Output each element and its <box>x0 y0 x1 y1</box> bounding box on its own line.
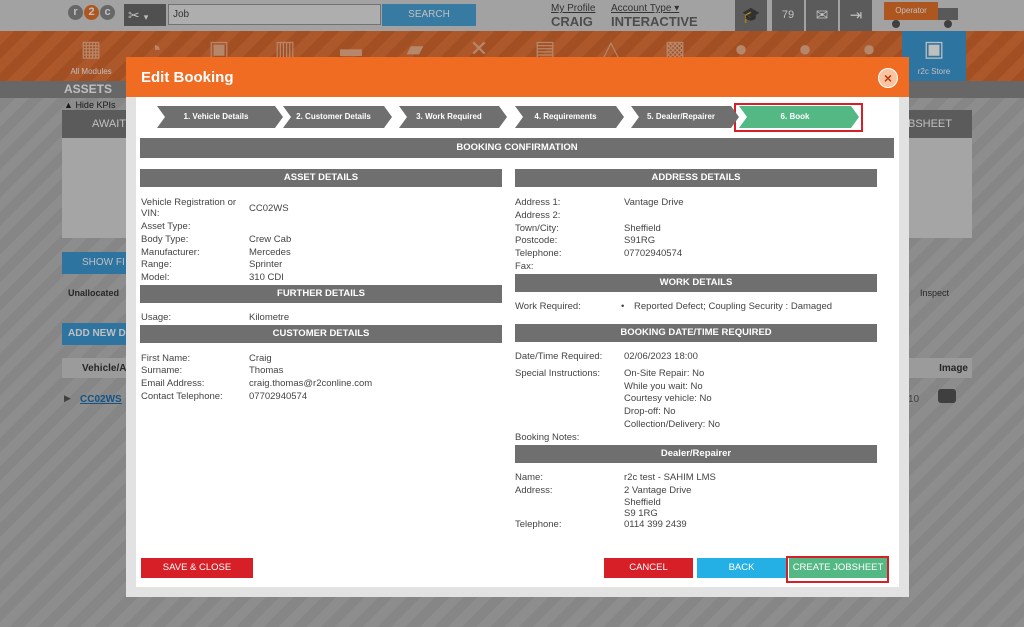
field-label: Address 1: <box>515 197 561 208</box>
special-instruction: Collection/Delivery: No <box>624 419 721 430</box>
field-label: Date/Time Required: <box>515 351 603 362</box>
close-icon[interactable]: × <box>878 68 898 88</box>
customer-details-header: CUSTOMER DETAILS <box>140 325 502 343</box>
further-details-header: FURTHER DETAILS <box>140 285 502 303</box>
dealer-address-line: 2 Vantage Drive <box>624 485 692 496</box>
field-value: craig.thomas@r2conline.com <box>249 378 373 389</box>
step-dealer-repairer[interactable]: 5. Dealer/Repairer <box>631 106 739 128</box>
field-label: Vehicle Registration or VIN: <box>141 197 237 219</box>
step-customer-details[interactable]: 2. Customer Details <box>283 106 392 128</box>
dealer-telephone: 0114 399 2439 <box>624 519 687 530</box>
field-label: Asset Type: <box>141 221 191 232</box>
address-details-list: Address 1: Vantage Drive Address 2: Town/… <box>515 197 875 275</box>
field-label: Name: <box>515 472 543 483</box>
field-value: 07702940574 <box>249 391 308 402</box>
field-value: S91RG <box>624 235 656 246</box>
bullet-icon: • <box>621 301 625 312</box>
field-label: Booking Notes: <box>515 432 580 443</box>
booking-confirmation-header: BOOKING CONFIRMATION <box>140 138 894 158</box>
back-button[interactable]: BACK <box>697 558 786 578</box>
modal-title: Edit Booking <box>141 69 234 86</box>
field-value: Sheffield <box>624 223 661 234</box>
booking-datetime-list: Date/Time Required: 02/06/2023 18:00 Spec… <box>515 351 875 443</box>
field-label: Address: <box>515 485 553 496</box>
work-details-header: WORK DETAILS <box>515 274 877 292</box>
address-details-header: ADDRESS DETAILS <box>515 169 877 187</box>
asset-details-list: Vehicle Registration or VIN: CC02WS Asset… <box>141 197 501 287</box>
field-label: Telephone: <box>515 519 562 530</box>
dealer-repairer-list: Name: r2c test - SAHIM LMS Address: 2 Van… <box>515 472 875 532</box>
field-label: Special Instructions: <box>515 368 601 379</box>
special-instruction: Courtesy vehicle: No <box>624 393 712 404</box>
work-item: Reported Defect; Coupling Security : Dam… <box>634 301 833 312</box>
field-value: Kilometre <box>249 312 290 323</box>
dealer-name: r2c test - SAHIM LMS <box>624 472 716 483</box>
cancel-button[interactable]: CANCEL <box>604 558 693 578</box>
field-label: Contact Telephone: <box>141 391 223 402</box>
asset-details-header: ASSET DETAILS <box>140 169 502 187</box>
field-label: Telephone: <box>515 248 562 259</box>
special-instruction: While you wait: No <box>624 381 703 392</box>
field-label: Body Type: <box>141 234 189 245</box>
field-label: Address 2: <box>515 210 561 221</box>
field-value: 310 CDI <box>249 272 284 283</box>
field-value: CC02WS <box>249 203 289 214</box>
step-vehicle-details[interactable]: 1. Vehicle Details <box>157 106 283 128</box>
field-label: Work Required: <box>515 301 581 312</box>
booking-datetime-header: BOOKING DATE/TIME REQUIRED <box>515 324 877 342</box>
field-label: Email Address: <box>141 378 205 389</box>
field-label: Model: <box>141 272 170 283</box>
special-instruction: Drop-off: No <box>624 406 676 417</box>
field-label: Manufacturer: <box>141 247 200 258</box>
field-label: Town/City: <box>515 223 559 234</box>
field-value: Craig <box>249 353 272 364</box>
save-close-button[interactable]: SAVE & CLOSE <box>141 558 253 578</box>
field-label: First Name: <box>141 353 191 364</box>
field-label: Fax: <box>515 261 534 272</box>
field-value: 07702940574 <box>624 248 683 259</box>
step-requirements[interactable]: 4. Requirements <box>515 106 624 128</box>
field-value: Thomas <box>249 365 284 376</box>
modal-header: Edit Booking × <box>126 57 909 97</box>
field-value: Mercedes <box>249 247 291 258</box>
field-label: Postcode: <box>515 235 558 246</box>
field-value: Vantage Drive <box>624 197 684 208</box>
active-step-highlight <box>734 103 863 132</box>
field-label: Usage: <box>141 312 172 323</box>
field-label: Range: <box>141 259 172 270</box>
work-details-list: Work Required: • Reported Defect; Coupli… <box>515 301 875 314</box>
customer-details-list: First Name: Craig Surname: Thomas Email Ad… <box>141 353 501 405</box>
field-value: Sprinter <box>249 259 283 270</box>
field-label: Surname: <box>141 365 183 376</box>
dealer-repairer-header: Dealer/Repairer <box>515 445 877 463</box>
create-jobsheet-highlight <box>786 556 889 583</box>
step-work-required[interactable]: 3. Work Required <box>399 106 507 128</box>
further-details-list: Usage: Kilometre <box>141 312 501 325</box>
field-value: Crew Cab <box>249 234 292 245</box>
date-time-value: 02/06/2023 18:00 <box>624 351 698 362</box>
special-instruction: On-Site Repair: No <box>624 368 705 379</box>
